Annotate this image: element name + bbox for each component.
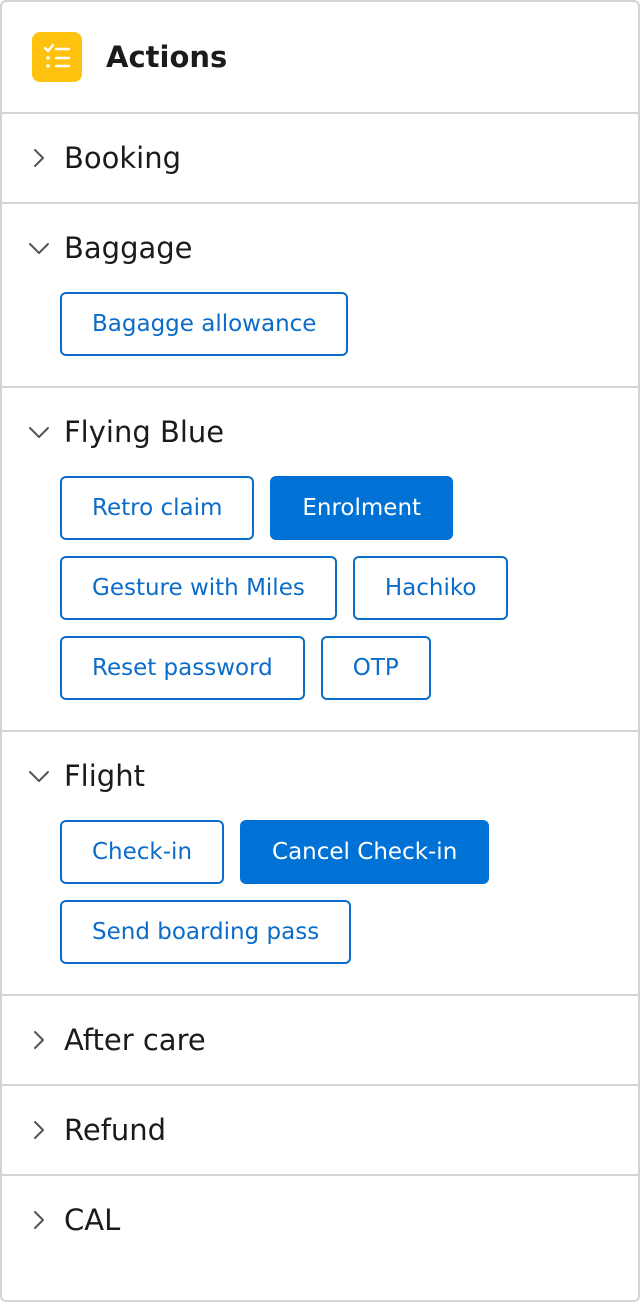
section-header-baggage[interactable]: Baggage	[2, 204, 638, 292]
action-button-send-boarding-pass[interactable]: Send boarding pass	[60, 900, 352, 964]
action-button-hachiko[interactable]: Hachiko	[352, 556, 509, 620]
section-header-flying-blue[interactable]: Flying Blue	[2, 388, 638, 476]
section-list: Booking Baggage Bagagge allowance Flying Bl…	[2, 114, 638, 1264]
chevron-down-icon[interactable]	[26, 763, 52, 789]
action-button-gesture-with-miles[interactable]: Gesture with Miles	[60, 556, 337, 620]
section-baggage: Baggage Bagagge allowance	[2, 204, 638, 388]
action-button-reset-password[interactable]: Reset password	[60, 636, 305, 700]
chevron-right-icon[interactable]	[26, 145, 52, 171]
chevron-right-icon[interactable]	[26, 1207, 52, 1233]
action-list-flying-blue: Retro claim Enrolment Gesture with Miles Ha…	[2, 476, 638, 730]
section-after-care: After care	[2, 996, 638, 1086]
chevron-down-icon[interactable]	[26, 419, 52, 445]
section-label: Refund	[64, 1113, 167, 1147]
chevron-down-icon[interactable]	[26, 235, 52, 261]
panel-header: Actions	[2, 2, 638, 114]
action-button-check-in[interactable]: Check-in	[60, 820, 225, 884]
section-label: Flying Blue	[64, 415, 225, 449]
section-header-refund[interactable]: Refund	[2, 1086, 638, 1174]
action-list-flight: Check-in Cancel Check-in Send boarding pas…	[2, 820, 638, 994]
checklist-icon	[32, 32, 82, 82]
action-button-otp[interactable]: OTP	[320, 636, 431, 700]
section-label: Flight	[64, 759, 145, 793]
actions-panel: Actions Booking Baggage Bagagge allowance F…	[0, 0, 640, 1302]
action-list-baggage: Bagagge allowance	[2, 292, 638, 386]
chevron-right-icon[interactable]	[26, 1027, 52, 1053]
section-cal: CAL	[2, 1176, 638, 1264]
chevron-right-icon[interactable]	[26, 1117, 52, 1143]
section-header-booking[interactable]: Booking	[2, 114, 638, 202]
section-label: CAL	[64, 1203, 121, 1237]
section-flight: Flight Check-in Cancel Check-in Send boardi…	[2, 732, 638, 996]
action-button-cancel-check-in[interactable]: Cancel Check-in	[240, 820, 490, 884]
section-header-flight[interactable]: Flight	[2, 732, 638, 820]
section-header-cal[interactable]: CAL	[2, 1176, 638, 1264]
section-label: Baggage	[64, 231, 193, 265]
action-button-enrolment[interactable]: Enrolment	[270, 476, 454, 540]
section-label: Booking	[64, 141, 182, 175]
action-button-retro-claim[interactable]: Retro claim	[60, 476, 255, 540]
section-header-after-care[interactable]: After care	[2, 996, 638, 1084]
action-button-bagagge-allowance[interactable]: Bagagge allowance	[60, 292, 349, 356]
section-flying-blue: Flying Blue Retro claim Enrolment Gesture w…	[2, 388, 638, 732]
panel-title: Actions	[106, 40, 228, 74]
section-label: After care	[64, 1023, 206, 1057]
section-refund: Refund	[2, 1086, 638, 1176]
section-booking: Booking	[2, 114, 638, 204]
